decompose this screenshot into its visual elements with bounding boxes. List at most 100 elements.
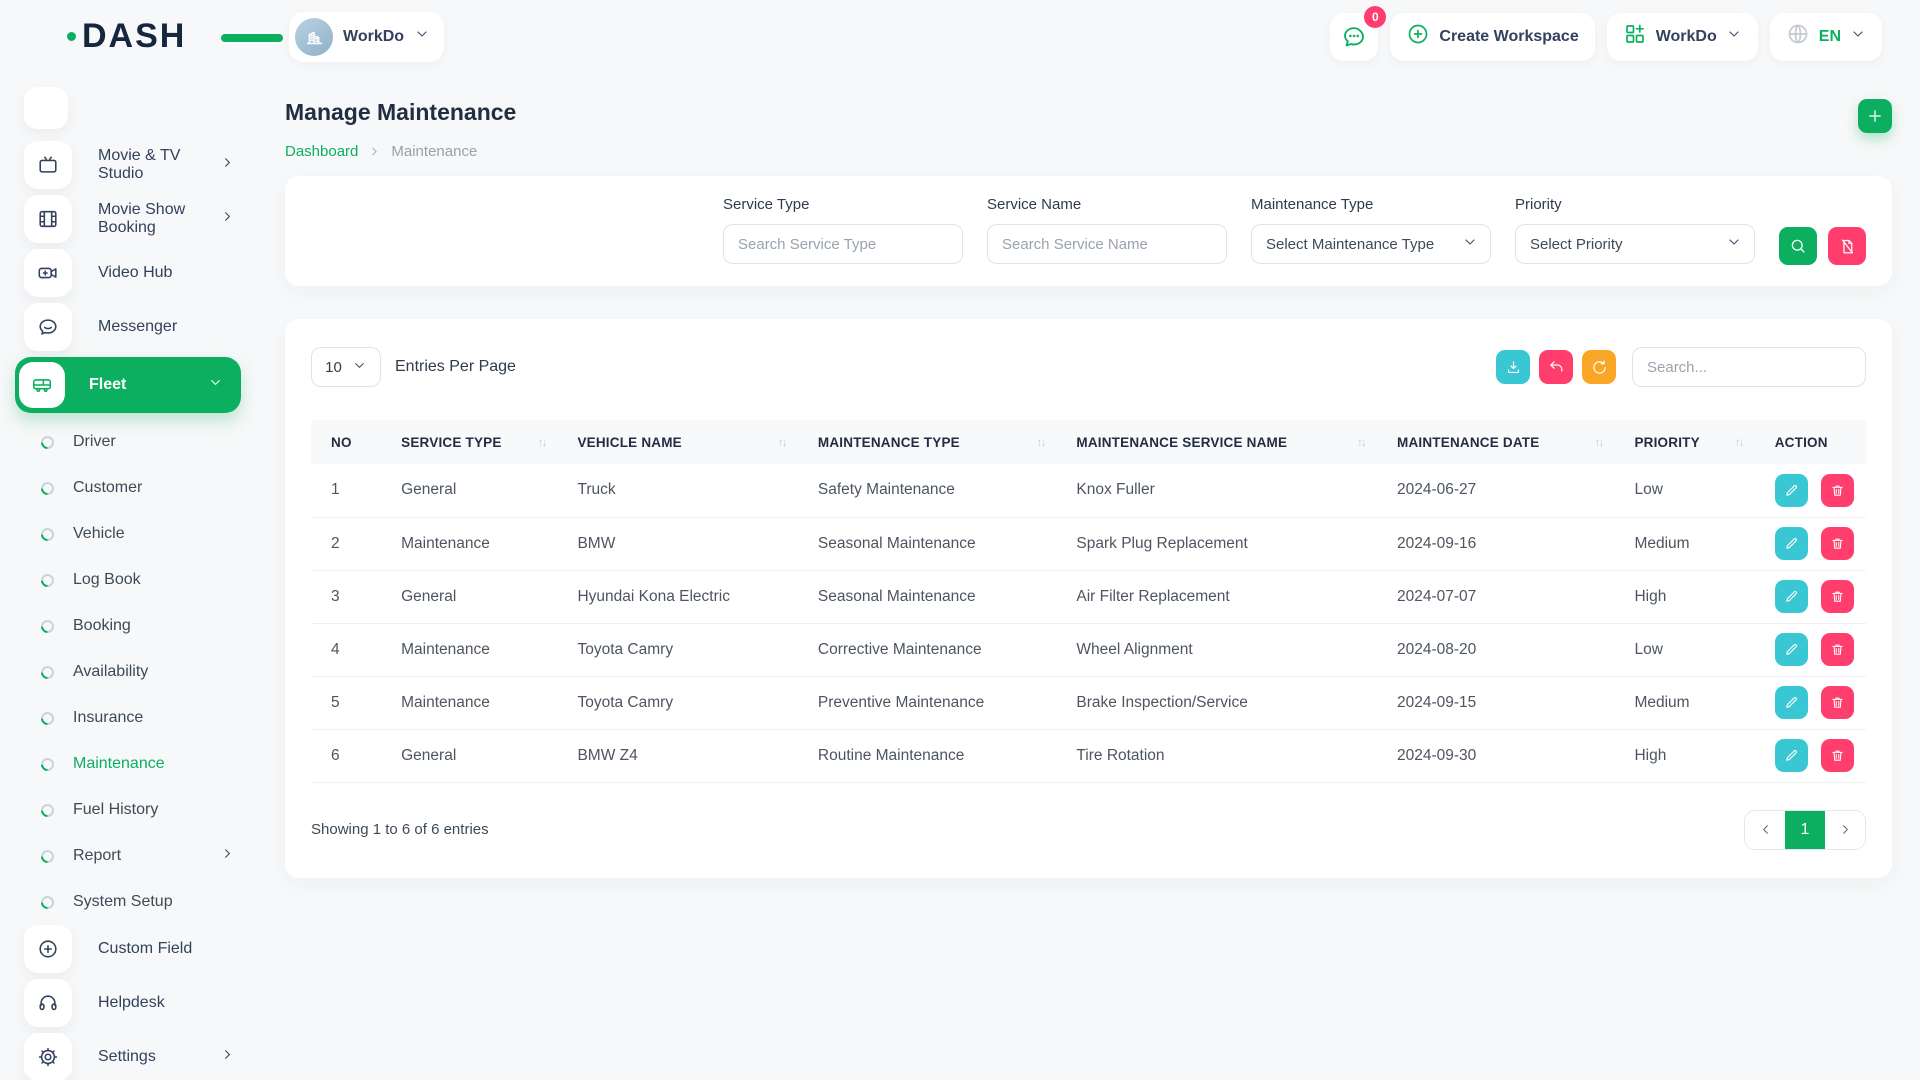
- next-page-button[interactable]: [1825, 810, 1865, 850]
- sidebar-item-movie-tv-studio[interactable]: Movie & TV Studio: [24, 141, 249, 189]
- cell-maintenance-date: 2024-06-27: [1377, 464, 1614, 517]
- sidebar-item-custom-field[interactable]: Custom Field: [24, 925, 249, 973]
- column-header-priority[interactable]: PRIORITY↑↓: [1614, 420, 1754, 464]
- bullet-icon: [38, 479, 56, 497]
- table-search-input[interactable]: [1632, 347, 1866, 387]
- chat-button[interactable]: 0: [1330, 13, 1378, 61]
- bullet-icon: [38, 847, 56, 865]
- delete-button[interactable]: [1821, 739, 1854, 772]
- entries-per-page-value: 10: [325, 359, 342, 376]
- fleet-submenu-item[interactable]: Log Book: [0, 557, 257, 603]
- fleet-submenu-item-label: System Setup: [73, 893, 173, 911]
- sidebar-item-video-hub[interactable]: Video Hub: [24, 249, 249, 297]
- fleet-submenu-item-label: Maintenance: [73, 755, 165, 773]
- fleet-submenu-item-label: Insurance: [73, 709, 143, 727]
- delete-button[interactable]: [1821, 686, 1854, 719]
- fleet-submenu-item[interactable]: Driver: [0, 419, 257, 465]
- cell-maintenance-type: Preventive Maintenance: [798, 676, 1056, 729]
- service-name-input[interactable]: [987, 224, 1227, 264]
- edit-button[interactable]: [1775, 474, 1808, 507]
- breadcrumb-dashboard-link[interactable]: Dashboard: [285, 143, 358, 160]
- trash-icon: [1830, 642, 1845, 657]
- cell-vehicle-name: Toyota Camry: [557, 623, 797, 676]
- language-menu-button[interactable]: EN: [1770, 13, 1882, 61]
- fleet-submenu-item[interactable]: Report: [0, 833, 257, 879]
- sidebar-item-messenger[interactable]: Messenger: [24, 303, 249, 351]
- logo-dot: [67, 32, 76, 41]
- edit-button[interactable]: [1775, 527, 1808, 560]
- fleet-submenu-item[interactable]: Vehicle: [0, 511, 257, 557]
- column-header-vehicle-name[interactable]: VEHICLE NAME↑↓: [557, 420, 797, 464]
- service-type-input[interactable]: [723, 224, 963, 264]
- previous-page-button[interactable]: [1745, 810, 1785, 850]
- dash-logo: DASH: [67, 17, 257, 56]
- chevron-down-icon: [352, 358, 367, 377]
- fleet-submenu-item[interactable]: System Setup: [0, 879, 257, 925]
- delete-button[interactable]: [1821, 527, 1854, 560]
- workdo-menu-label: WorkDo: [1656, 28, 1717, 46]
- cell-action: [1755, 623, 1866, 676]
- apply-filter-button[interactable]: [1779, 227, 1817, 265]
- fleet-submenu-item[interactable]: Customer: [0, 465, 257, 511]
- cell-no: 6: [311, 729, 381, 782]
- sidebar-item-movie-show-booking[interactable]: Movie Show Booking: [24, 195, 249, 243]
- add-maintenance-button[interactable]: [1858, 99, 1892, 133]
- delete-button[interactable]: [1821, 580, 1854, 613]
- column-header-service-type[interactable]: SERVICE TYPE↑↓: [381, 420, 557, 464]
- trash-icon: [1830, 748, 1845, 763]
- cell-action: [1755, 464, 1866, 517]
- cell-service-type: Maintenance: [381, 676, 557, 729]
- grid-plus-icon: [1623, 22, 1647, 51]
- chevron-right-icon: [1838, 822, 1853, 837]
- language-label: EN: [1819, 28, 1841, 46]
- bullet-icon: [38, 801, 56, 819]
- cell-no: 1: [311, 464, 381, 517]
- cell-priority: Medium: [1614, 676, 1754, 729]
- column-header-maintenance-type[interactable]: MAINTENANCE TYPE↑↓: [798, 420, 1056, 464]
- cell-vehicle-name: BMW Z4: [557, 729, 797, 782]
- entries-per-page-select[interactable]: 10: [311, 347, 381, 387]
- page-number-button[interactable]: 1: [1785, 810, 1825, 850]
- chevron-down-icon: [1726, 234, 1742, 254]
- sidebar-item-helpdesk[interactable]: Helpdesk: [24, 979, 249, 1027]
- maintenance-type-select[interactable]: Select Maintenance Type: [1251, 224, 1491, 264]
- service-type-label: Service Type: [723, 196, 963, 213]
- export-button[interactable]: [1496, 350, 1530, 384]
- main-content: Manage Maintenance Dashboard Maintenance…: [257, 73, 1920, 1080]
- workspace-switcher[interactable]: WorkDo: [289, 12, 444, 62]
- fleet-submenu-item-label: Booking: [73, 617, 131, 635]
- cell-no: 3: [311, 570, 381, 623]
- edit-button[interactable]: [1775, 580, 1808, 613]
- fleet-submenu-item[interactable]: Booking: [0, 603, 257, 649]
- edit-button[interactable]: [1775, 739, 1808, 772]
- fleet-submenu-item[interactable]: Fuel History: [0, 787, 257, 833]
- edit-button[interactable]: [1775, 633, 1808, 666]
- table-body: 1 General Truck Safety Maintenance Knox …: [311, 464, 1866, 782]
- bullet-icon: [38, 571, 56, 589]
- sidebar-item-fleet[interactable]: Fleet: [15, 357, 241, 413]
- sidebar-item-label: Settings: [98, 1048, 156, 1066]
- undo-button[interactable]: [1539, 350, 1573, 384]
- sidebar-collapse-button[interactable]: [24, 87, 68, 129]
- column-header-maintenance-service-name[interactable]: MAINTENANCE SERVICE NAME↑↓: [1056, 420, 1377, 464]
- delete-button[interactable]: [1821, 474, 1854, 507]
- delete-button[interactable]: [1821, 633, 1854, 666]
- cell-no: 2: [311, 517, 381, 570]
- cell-maintenance-type: Seasonal Maintenance: [798, 570, 1056, 623]
- create-workspace-button[interactable]: Create Workspace: [1390, 13, 1594, 61]
- bullet-icon: [38, 893, 56, 911]
- clear-filter-button[interactable]: [1828, 227, 1866, 265]
- column-header-maintenance-date[interactable]: MAINTENANCE DATE↑↓: [1377, 420, 1614, 464]
- fleet-submenu-item[interactable]: Availability: [0, 649, 257, 695]
- refresh-button[interactable]: [1582, 350, 1616, 384]
- sidebar-item-label: Fleet: [89, 376, 126, 394]
- priority-select[interactable]: Select Priority: [1515, 224, 1755, 264]
- cell-service-type: Maintenance: [381, 623, 557, 676]
- page-title: Manage Maintenance: [285, 99, 516, 126]
- workdo-menu-button[interactable]: WorkDo: [1607, 13, 1758, 61]
- fleet-submenu-item[interactable]: Insurance: [0, 695, 257, 741]
- sidebar-item-settings[interactable]: Settings: [24, 1033, 249, 1080]
- edit-button[interactable]: [1775, 686, 1808, 719]
- fleet-submenu-item-label: Log Book: [73, 571, 141, 589]
- fleet-submenu-item[interactable]: Maintenance: [0, 741, 257, 787]
